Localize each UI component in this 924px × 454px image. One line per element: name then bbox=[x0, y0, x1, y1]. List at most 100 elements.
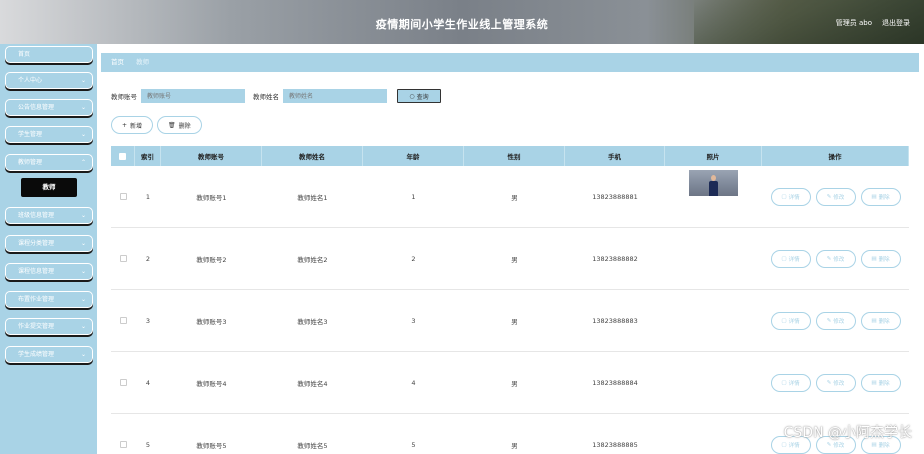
cell-account: 教师账号2 bbox=[196, 255, 227, 264]
trash-icon: ▤ bbox=[871, 441, 877, 448]
edit-icon: ✎ bbox=[826, 255, 832, 262]
cell-account: 教师账号3 bbox=[196, 317, 227, 326]
search-button[interactable]: ○ 查询 bbox=[397, 89, 441, 103]
sidebar-item-classes[interactable]: 班级信息管理 ⌄ bbox=[5, 207, 93, 224]
row-checkbox[interactable] bbox=[119, 317, 127, 324]
header-operations: 操作 bbox=[762, 146, 909, 166]
table-row: 3 教师账号3 教师姓名3 3 男 13823888883 ▢ 详情 ✎ 修改 ▤ 删… bbox=[111, 290, 909, 352]
edit-label: 修改 bbox=[833, 256, 845, 263]
edit-icon: ✎ bbox=[826, 379, 832, 386]
edit-button[interactable]: ✎ 修改 bbox=[815, 373, 856, 392]
sidebar-item-label: 作业提交管理 bbox=[18, 323, 55, 330]
edit-button[interactable]: ✎ 修改 bbox=[815, 187, 856, 206]
select-all-checkbox[interactable] bbox=[119, 152, 126, 160]
edit-label: 修改 bbox=[833, 194, 845, 201]
table-row: 1 教师账号1 教师姓名1 1 男 13823888881 ▢ 详情 ✎ 修改 ▤ 删… bbox=[111, 166, 909, 228]
detail-button[interactable]: ▢ 详情 bbox=[770, 311, 811, 330]
sidebar-item-courses[interactable]: 课程信息管理 ⌄ bbox=[5, 263, 93, 280]
sidebar-item-submissions[interactable]: 作业提交管理 ⌄ bbox=[5, 318, 93, 335]
sidebar-item-personal-center[interactable]: 个人中心 ⌄ bbox=[5, 72, 93, 89]
name-search-input[interactable] bbox=[283, 89, 387, 103]
cell-gender: 男 bbox=[511, 193, 518, 202]
sidebar-item-announcements[interactable]: 公告信息管理 ⌄ bbox=[5, 99, 93, 116]
header-gender: 性别 bbox=[464, 146, 565, 166]
row-checkbox[interactable] bbox=[119, 441, 127, 448]
row-delete-button[interactable]: ▤ 删除 bbox=[860, 373, 901, 392]
sidebar-item-students[interactable]: 学生管理 ⌄ bbox=[5, 126, 93, 143]
edit-button[interactable]: ✎ 修改 bbox=[815, 311, 856, 330]
cell-phone: 13823888885 bbox=[592, 440, 638, 449]
action-bar: + 新增 🗑 删除 bbox=[111, 116, 202, 134]
detail-label: 详情 bbox=[788, 380, 800, 387]
chevron-down-icon: ⌄ bbox=[80, 351, 86, 358]
search-button-label: 查询 bbox=[416, 93, 429, 101]
delete-button-label: 删除 bbox=[178, 122, 191, 130]
sidebar-item-label: 课程信息管理 bbox=[18, 268, 55, 275]
cell-gender: 男 bbox=[511, 379, 518, 388]
edit-label: 修改 bbox=[833, 380, 845, 387]
detail-button[interactable]: ▢ 详情 bbox=[770, 373, 811, 392]
sidebar-item-label: 课程分类管理 bbox=[18, 240, 55, 247]
search-icon: ○ bbox=[409, 92, 415, 100]
delete-button[interactable]: 🗑 删除 bbox=[157, 116, 202, 134]
add-button[interactable]: + 新增 bbox=[111, 116, 154, 134]
row-checkbox[interactable] bbox=[119, 379, 127, 386]
edit-button[interactable]: ✎ 修改 bbox=[815, 249, 856, 268]
logout-link[interactable]: 退出登录 bbox=[882, 18, 910, 28]
header-age: 年龄 bbox=[363, 146, 464, 166]
chevron-down-icon: ⌄ bbox=[80, 131, 86, 138]
delete-label: 删除 bbox=[878, 256, 890, 263]
teacher-photo[interactable] bbox=[689, 170, 738, 196]
cell-age: 5 bbox=[411, 440, 416, 449]
breadcrumb-home[interactable]: 首页 bbox=[111, 58, 124, 66]
detail-button[interactable]: ▢ 详情 bbox=[770, 187, 811, 206]
trash-icon: ▤ bbox=[871, 379, 877, 386]
chevron-down-icon: ⌄ bbox=[80, 323, 86, 330]
header-account: 教师账号 bbox=[161, 146, 262, 166]
chevron-up-icon: ⌃ bbox=[80, 159, 86, 166]
sidebar-item-grades[interactable]: 学生成绩管理 ⌄ bbox=[5, 346, 93, 363]
sidebar-item-label: 学生管理 bbox=[18, 131, 43, 138]
row-select-cell bbox=[111, 352, 135, 413]
row-checkbox[interactable] bbox=[119, 255, 127, 262]
row-delete-button[interactable]: ▤ 删除 bbox=[860, 311, 901, 330]
cell-account: 教师账号1 bbox=[196, 193, 227, 202]
add-button-label: 新增 bbox=[130, 122, 143, 130]
detail-icon: ▢ bbox=[781, 193, 787, 200]
account-search-input[interactable] bbox=[141, 89, 245, 103]
submenu-teacher[interactable]: 教师 bbox=[21, 178, 77, 197]
detail-label: 详情 bbox=[788, 318, 800, 325]
cell-operations: ▢ 详情 ✎ 修改 ▤ 删除 bbox=[762, 352, 909, 413]
chevron-down-icon: ⌄ bbox=[80, 104, 86, 111]
trash-icon: ▤ bbox=[871, 317, 877, 324]
row-delete-button[interactable]: ▤ 删除 bbox=[860, 187, 901, 206]
cell-photo bbox=[665, 414, 762, 454]
plus-icon: + bbox=[122, 121, 128, 129]
cell-index: 1 bbox=[145, 192, 151, 201]
cell-photo bbox=[665, 166, 762, 227]
header-photo: 照片 bbox=[665, 146, 762, 166]
delete-label: 删除 bbox=[878, 194, 890, 201]
detail-button[interactable]: ▢ 详情 bbox=[770, 249, 811, 268]
breadcrumb-current: 教师 bbox=[136, 58, 150, 66]
cell-operations: ▢ 详情 ✎ 修改 ▤ 删除 bbox=[762, 166, 909, 227]
row-checkbox[interactable] bbox=[119, 193, 127, 200]
sidebar-item-assignments[interactable]: 布置作业管理 ⌄ bbox=[5, 291, 93, 308]
cell-phone: 13823888883 bbox=[592, 316, 638, 325]
main-content: 首页 教师 教师账号 教师姓名 ○ 查询 +新增 🗑删除 索引 教师账号 教师姓… bbox=[97, 44, 924, 454]
sidebar-item-teachers[interactable]: 教师管理 ⌃ bbox=[5, 154, 93, 171]
header-index: 索引 bbox=[135, 146, 161, 166]
edit-icon: ✎ bbox=[826, 441, 832, 448]
chevron-down-icon: ⌄ bbox=[80, 268, 86, 275]
row-actions: ▢ 详情 ✎ 修改 ▤ 删除 bbox=[770, 187, 901, 206]
delete-label: 删除 bbox=[878, 380, 890, 387]
cell-photo bbox=[665, 228, 762, 289]
cell-name: 教师姓名1 bbox=[297, 193, 328, 202]
edit-label: 修改 bbox=[833, 318, 845, 325]
trash-icon: 🗑 bbox=[168, 121, 176, 129]
sidebar-item-course-categories[interactable]: 课程分类管理 ⌄ bbox=[5, 235, 93, 252]
watermark: CSDN @小阿杰学长 bbox=[783, 425, 912, 441]
sidebar-item-home[interactable]: 首页 bbox=[5, 46, 93, 63]
row-delete-button[interactable]: ▤ 删除 bbox=[860, 249, 901, 268]
cell-age: 1 bbox=[411, 192, 416, 201]
